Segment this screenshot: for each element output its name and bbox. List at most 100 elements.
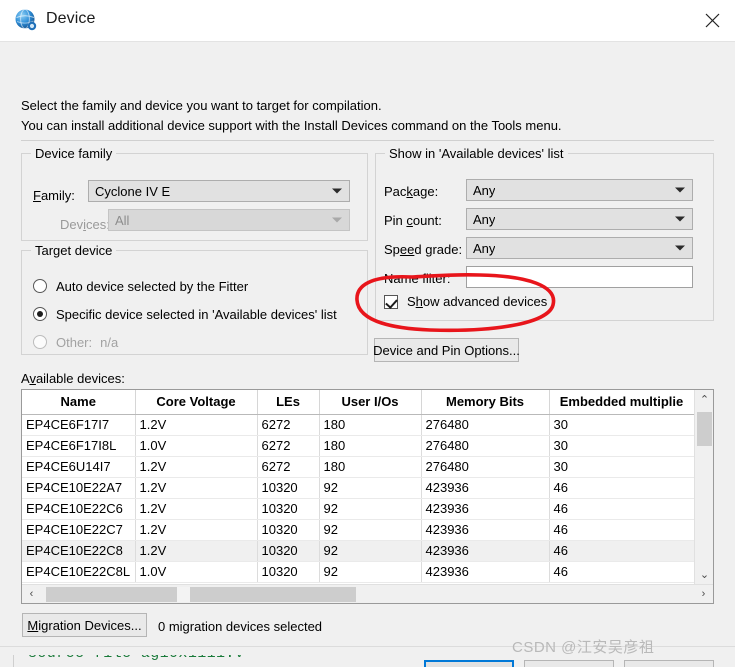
cell-embedded-multipliers: 46 bbox=[549, 561, 695, 583]
family-combobox[interactable]: Cyclone IV E bbox=[88, 180, 350, 202]
column-header-name[interactable]: Name bbox=[22, 390, 136, 415]
cell-les: 6272 bbox=[257, 435, 320, 457]
cell-les: 10320 bbox=[257, 561, 320, 583]
cell-user-ios: 92 bbox=[319, 561, 422, 583]
available-devices-table[interactable]: Name Core Voltage LEs User I/Os Memory B… bbox=[21, 389, 714, 604]
table-row[interactable]: EP4CE10E22A7 1.2V 10320 92 423936 46 bbox=[22, 477, 695, 499]
cell-name: EP4CE10E22C7 bbox=[22, 519, 136, 541]
cell-core-voltage: 1.2V bbox=[135, 477, 258, 499]
close-icon[interactable] bbox=[689, 0, 735, 41]
intro-line-1: Select the family and device you want to… bbox=[21, 98, 382, 113]
column-header-core-voltage[interactable]: Core Voltage bbox=[135, 390, 258, 415]
radio-selected-icon bbox=[33, 307, 47, 321]
header-divider bbox=[21, 140, 714, 141]
cell-memory-bits: 423936 bbox=[421, 540, 550, 562]
speed-grade-combobox-value: Any bbox=[473, 240, 496, 256]
device-and-pin-options-label: Device and Pin Options... bbox=[373, 342, 520, 358]
column-header-les[interactable]: LEs bbox=[257, 390, 320, 415]
target-device-legend: Target device bbox=[31, 243, 117, 258]
device-table: Name Core Voltage LEs User I/Os Memory B… bbox=[22, 390, 695, 583]
package-combobox-value: Any bbox=[473, 182, 496, 198]
cell-les: 10320 bbox=[257, 540, 320, 562]
chevron-down-icon bbox=[332, 217, 342, 223]
cell-user-ios: 92 bbox=[319, 498, 422, 520]
device-dialog: Device Select the family and device you … bbox=[0, 0, 735, 667]
cell-embedded-multipliers: 46 bbox=[549, 477, 695, 499]
dialog-title: Device bbox=[46, 10, 96, 27]
column-header-user-ios[interactable]: User I/Os bbox=[319, 390, 422, 415]
cell-user-ios: 180 bbox=[319, 435, 422, 457]
cell-les: 6272 bbox=[257, 456, 320, 478]
cell-les: 10320 bbox=[257, 519, 320, 541]
cell-embedded-multipliers: 46 bbox=[549, 498, 695, 520]
horizontal-scroll-grip[interactable] bbox=[177, 587, 190, 602]
radio-icon bbox=[33, 279, 47, 293]
cell-name: EP4CE6U14I7 bbox=[22, 456, 136, 478]
pin-count-combobox-value: Any bbox=[473, 211, 496, 227]
help-button[interactable]: Help bbox=[624, 660, 714, 667]
available-devices-label: Available devices: bbox=[21, 371, 125, 386]
dialog-body: Select the family and device you want to… bbox=[0, 42, 735, 667]
cell-user-ios: 92 bbox=[319, 540, 422, 562]
table-row[interactable]: EP4CE6F17I7 1.2V 6272 180 276480 30 bbox=[22, 414, 695, 436]
horizontal-scroll-thumb[interactable] bbox=[46, 587, 356, 602]
table-row[interactable]: EP4CE6U14I7 1.2V 6272 180 276480 30 bbox=[22, 456, 695, 478]
table-row[interactable]: EP4CE10E22C6 1.2V 10320 92 423936 46 bbox=[22, 498, 695, 520]
migration-devices-button[interactable]: Migration Devices... bbox=[22, 613, 147, 637]
cell-embedded-multipliers: 30 bbox=[549, 414, 695, 436]
device-family-legend: Device family bbox=[31, 146, 117, 161]
column-header-memory-bits[interactable]: Memory Bits bbox=[421, 390, 550, 415]
family-label: Family: bbox=[33, 188, 75, 203]
chevron-down-icon bbox=[332, 188, 342, 194]
show-advanced-devices-checkbox-row[interactable]: Show advanced devices bbox=[384, 294, 547, 309]
table-row[interactable]: EP4CE10E22C7 1.2V 10320 92 423936 46 bbox=[22, 519, 695, 541]
pin-count-combobox[interactable]: Any bbox=[466, 208, 693, 230]
chevron-down-icon bbox=[675, 216, 685, 222]
show-advanced-devices-label: Show advanced devices bbox=[407, 294, 548, 309]
scroll-right-icon[interactable]: › bbox=[694, 585, 713, 603]
table-row[interactable]: EP4CE10E22C8 1.2V 10320 92 423936 46 bbox=[22, 540, 695, 562]
pin-count-label: Pin count: bbox=[384, 213, 442, 228]
vertical-scroll-thumb[interactable] bbox=[697, 412, 712, 446]
scroll-down-icon[interactable]: ⌄ bbox=[695, 565, 713, 584]
speed-grade-combobox[interactable]: Any bbox=[466, 237, 693, 259]
cell-name: EP4CE6F17I8L bbox=[22, 435, 136, 457]
device-and-pin-options-button[interactable]: Device and Pin Options... bbox=[373, 338, 520, 362]
cell-les: 10320 bbox=[257, 498, 320, 520]
column-header-embedded-multipliers[interactable]: Embedded multiplie bbox=[549, 390, 695, 415]
cell-embedded-multipliers: 46 bbox=[549, 540, 695, 562]
scroll-left-icon[interactable]: ‹ bbox=[22, 585, 41, 603]
table-row[interactable]: EP4CE6F17I8L 1.0V 6272 180 276480 30 bbox=[22, 435, 695, 457]
table-row[interactable]: EP4CE10E22C8L 1.0V 10320 92 423936 46 bbox=[22, 561, 695, 583]
package-label: Package: bbox=[384, 184, 439, 199]
cell-user-ios: 180 bbox=[319, 414, 422, 436]
cell-core-voltage: 1.0V bbox=[135, 435, 258, 457]
radio-auto-device-label: Auto device selected by the Fitter bbox=[56, 278, 249, 294]
cell-memory-bits: 423936 bbox=[421, 561, 550, 583]
radio-specific-device[interactable]: Specific device selected in 'Available d… bbox=[33, 304, 337, 324]
cell-core-voltage: 1.2V bbox=[135, 519, 258, 541]
table-horizontal-scrollbar[interactable]: ‹ › bbox=[22, 584, 713, 603]
cell-memory-bits: 423936 bbox=[421, 477, 550, 499]
speed-grade-label: Speed grade: bbox=[384, 242, 463, 257]
radio-other-device-label: Other: bbox=[56, 334, 93, 350]
device-table-head: Name Core Voltage LEs User I/Os Memory B… bbox=[22, 390, 695, 415]
devices-combobox-value: All bbox=[115, 212, 130, 228]
radio-auto-device[interactable]: Auto device selected by the Fitter bbox=[33, 276, 248, 296]
name-filter-label: Name filter: bbox=[384, 271, 451, 286]
radio-other-device-value: n/a bbox=[100, 334, 119, 350]
cell-name: EP4CE10E22C8L bbox=[22, 561, 136, 583]
package-combobox[interactable]: Any bbox=[466, 179, 693, 201]
dialog-titlebar: Device bbox=[0, 0, 735, 42]
cancel-button[interactable]: Cancel bbox=[524, 660, 614, 667]
ok-button[interactable]: OK bbox=[424, 660, 514, 667]
cell-embedded-multipliers: 46 bbox=[549, 519, 695, 541]
table-vertical-scrollbar[interactable]: ⌃ ⌄ bbox=[694, 390, 713, 584]
cell-les: 6272 bbox=[257, 414, 320, 436]
radio-disabled-icon bbox=[33, 335, 47, 349]
chevron-down-icon bbox=[675, 245, 685, 251]
devices-label: Devices: bbox=[60, 217, 110, 232]
scroll-up-icon[interactable]: ⌃ bbox=[695, 390, 713, 409]
cell-core-voltage: 1.2V bbox=[135, 498, 258, 520]
name-filter-input[interactable] bbox=[466, 266, 693, 288]
